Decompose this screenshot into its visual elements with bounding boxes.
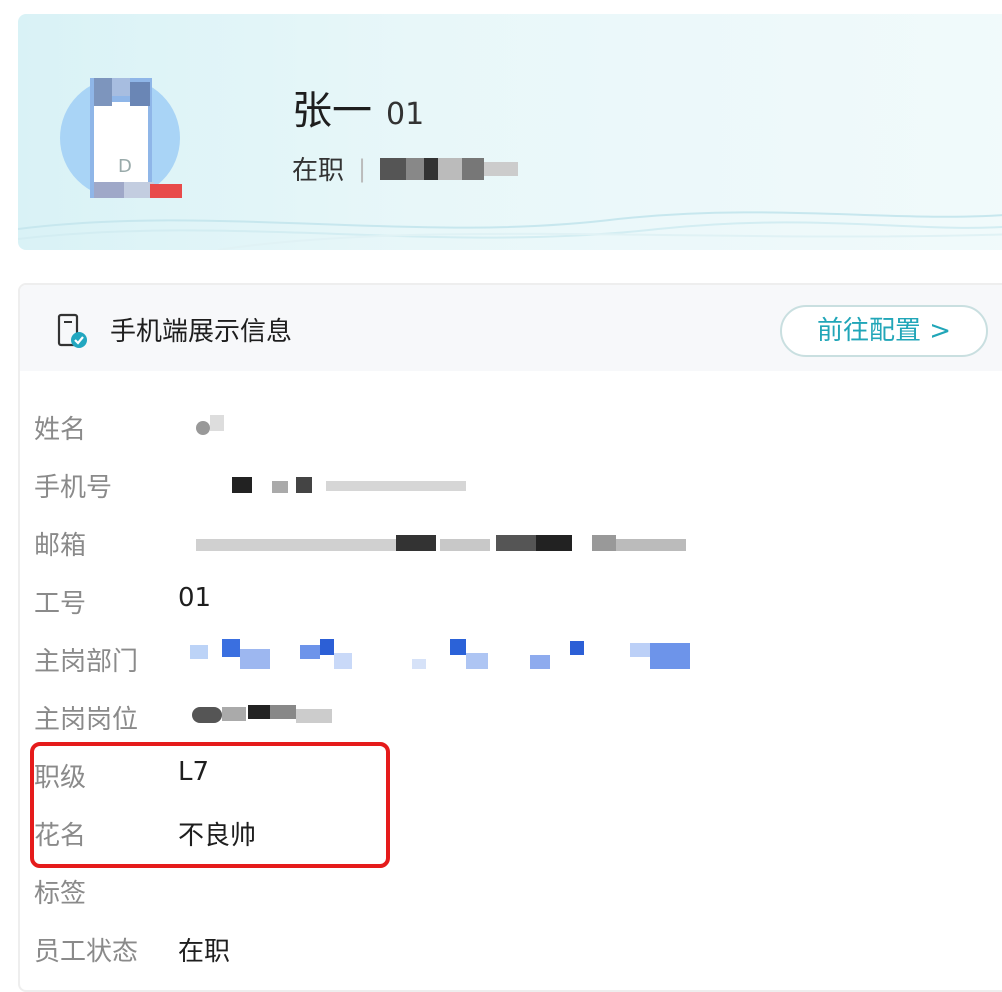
- card-header: 手机端展示信息 前往配置 >: [20, 285, 1002, 371]
- field-label: 姓名: [34, 415, 87, 445]
- field-value: 在职: [178, 937, 231, 967]
- field-label: 主岗部门: [34, 647, 139, 677]
- divider: |: [358, 154, 367, 183]
- field-label: 邮箱: [34, 531, 87, 561]
- employee-status: 在职: [292, 156, 345, 186]
- field-label: 主岗岗位: [34, 705, 139, 735]
- field-value: 01: [178, 583, 212, 613]
- go-configure-button[interactable]: 前往配置 >: [780, 305, 988, 357]
- field-row-employee-status: 员工状态 在职: [0, 919, 1002, 977]
- field-label: 工号: [34, 589, 87, 619]
- masked-position: [380, 154, 519, 184]
- field-label: 标签: [34, 879, 87, 909]
- employee-header-card: D 张一 01 在职 |: [18, 14, 1002, 250]
- field-row-department[interactable]: 主岗部门: [0, 629, 1002, 687]
- employee-name-line: 张一 01: [292, 78, 424, 136]
- employee-subtitle: 在职 |: [292, 150, 519, 187]
- field-row-position: 主岗岗位: [0, 687, 1002, 745]
- field-row-tags: 标签: [0, 861, 1002, 919]
- field-row-name: 姓名: [0, 397, 1002, 455]
- employee-name: 张一: [292, 88, 372, 134]
- field-label: 手机号: [34, 473, 113, 503]
- card-title: 手机端展示信息: [110, 317, 293, 347]
- employee-id: 01: [386, 97, 425, 132]
- phone-check-icon: [57, 313, 87, 348]
- avatar: D: [50, 72, 190, 202]
- field-label: 员工状态: [34, 937, 139, 967]
- field-row-employee-no: 工号 01: [0, 571, 1002, 629]
- highlight-box: [30, 742, 390, 868]
- svg-text:D: D: [118, 156, 132, 177]
- field-row-phone: 手机号: [0, 455, 1002, 513]
- field-row-email: 邮箱: [0, 513, 1002, 571]
